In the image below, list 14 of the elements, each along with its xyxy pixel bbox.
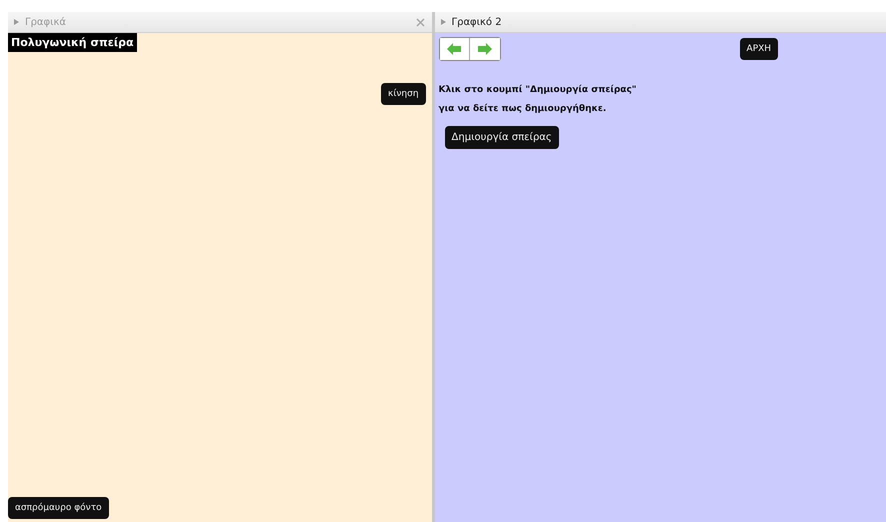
move-button[interactable]: κίνηση	[381, 83, 426, 105]
collapse-icon[interactable]	[440, 19, 446, 25]
panel-title: Γραφικό 2	[452, 16, 503, 28]
back-button[interactable]	[440, 38, 470, 60]
collapse-icon[interactable]	[14, 19, 19, 25]
close-icon[interactable]	[414, 16, 426, 28]
background-toggle-button[interactable]: ασπρόμαυρο φόντο	[8, 497, 109, 519]
right-arrow-icon	[478, 43, 492, 55]
graphic-title: Πολυγωνική σπείρα	[8, 33, 137, 52]
panel-title: Γραφικά	[25, 16, 67, 28]
create-spiral-button[interactable]: Δημιουργία σπείρας	[444, 126, 559, 149]
home-button[interactable]: ΑΡΧΗ	[740, 38, 778, 60]
left-arrow-icon	[447, 43, 462, 55]
instruction-text: Κλικ στο κουμπί "Δημιουργία σπείρας" για να δείτε πως δημιουργήθηκε.	[438, 84, 636, 116]
